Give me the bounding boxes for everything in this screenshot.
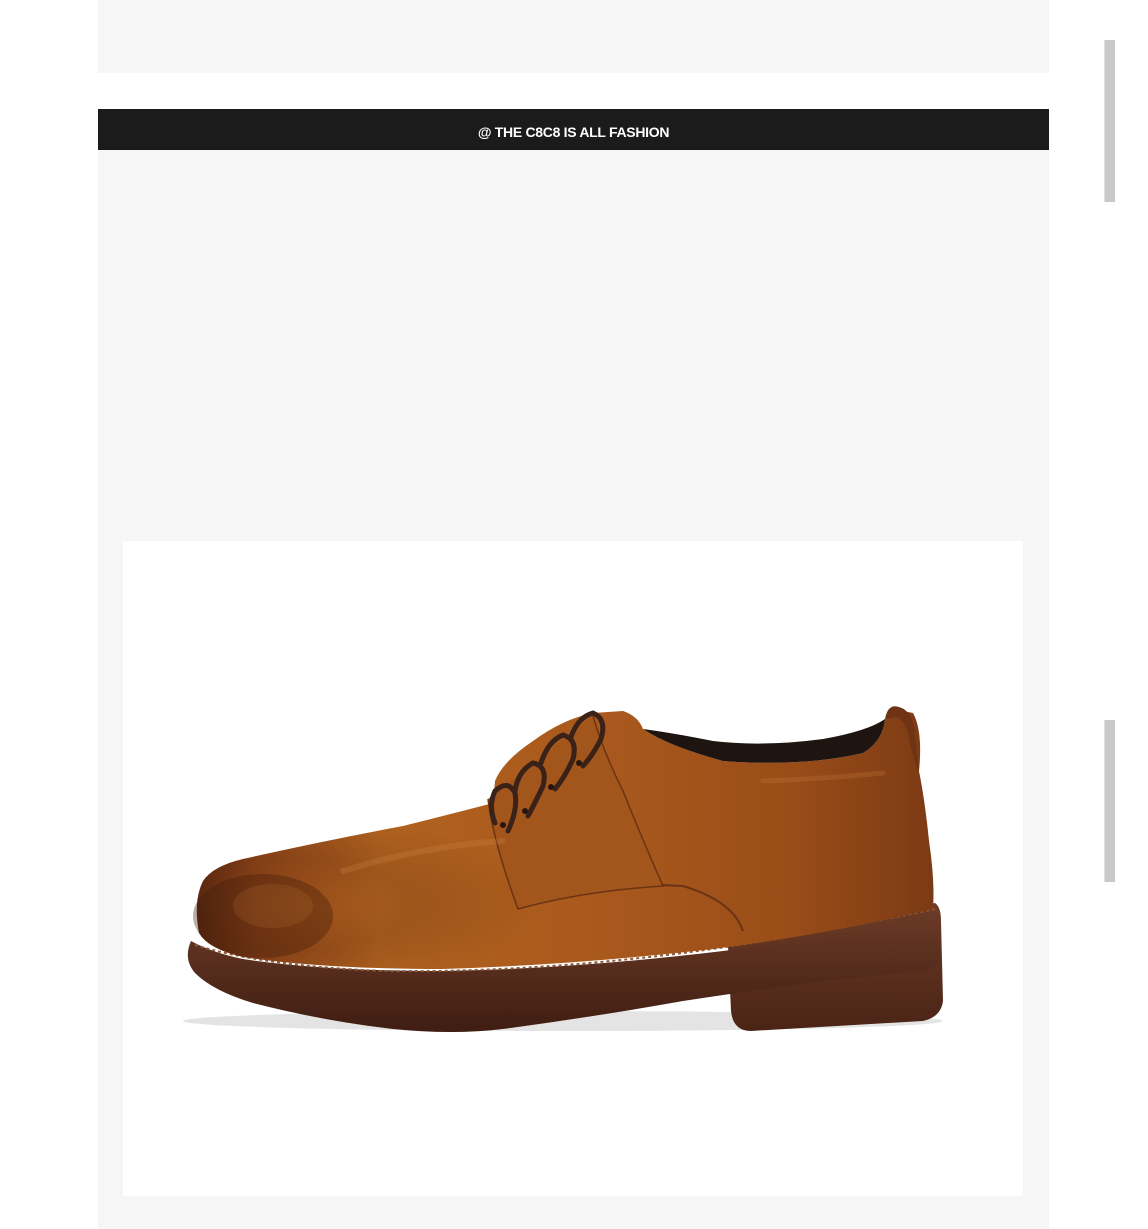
banner-text: @ THE C8C8 IS ALL FASHION <box>477 123 670 140</box>
brand-banner: @ THE C8C8 IS ALL FASHION <box>98 109 1049 150</box>
scrollbar-thumb-top[interactable] <box>1104 40 1115 202</box>
product-detail-page: @ THE C8C8 IS ALL FASHION <box>0 0 1148 1229</box>
previous-section-panel <box>98 0 1049 73</box>
scrollbar-thumb-bottom[interactable] <box>1104 720 1115 882</box>
shoe-image <box>183 706 943 1032</box>
product-image-card[interactable] <box>123 541 1023 1196</box>
